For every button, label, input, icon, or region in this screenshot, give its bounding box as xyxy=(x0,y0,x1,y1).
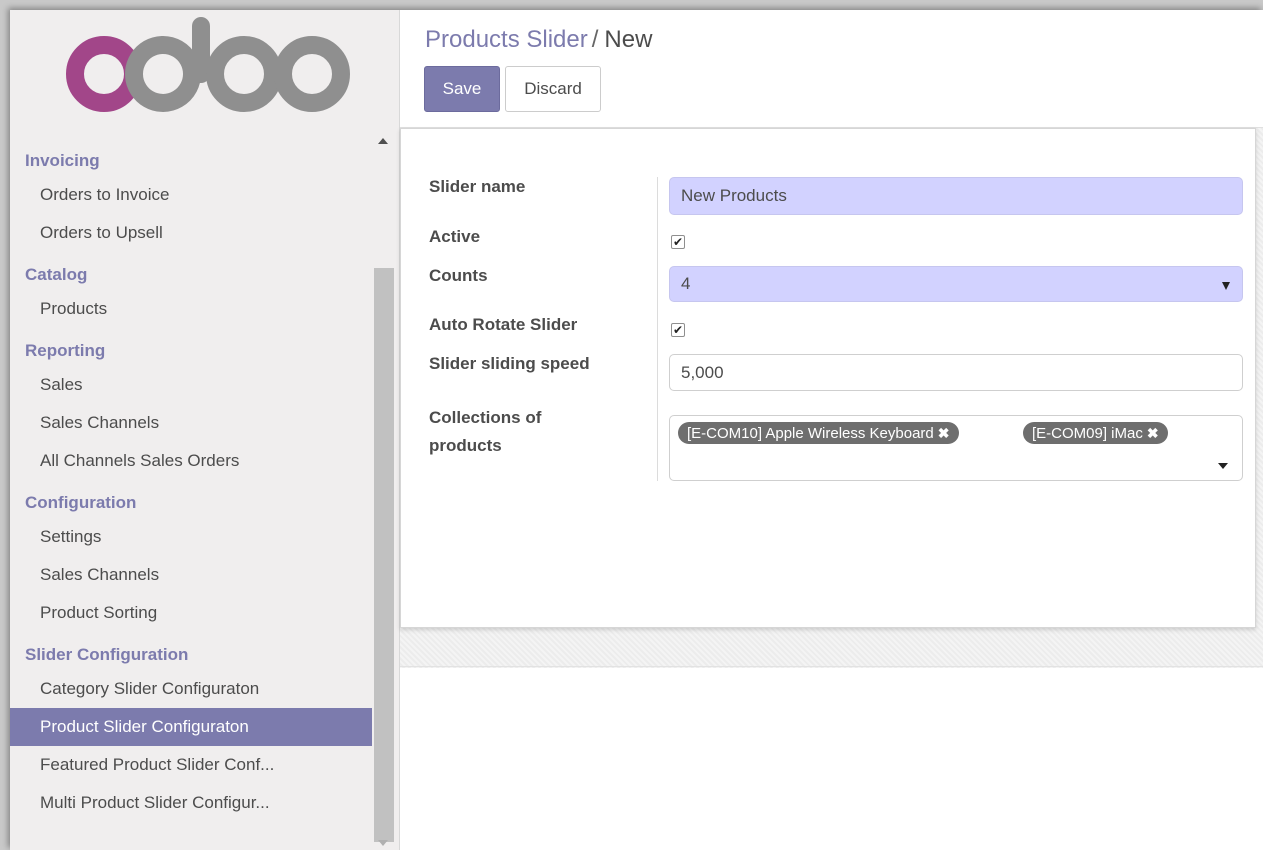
menu-section-catalog[interactable]: Catalog xyxy=(10,252,372,290)
speed-label: Slider sliding speed xyxy=(429,354,590,373)
divider xyxy=(400,666,1263,667)
menu-item-sales-channels-config[interactable]: Sales Channels xyxy=(10,556,372,594)
scroll-thumb[interactable] xyxy=(374,268,394,842)
main-content: Products Slider / New Save Discard Slider … xyxy=(400,10,1263,850)
breadcrumb-separator: / xyxy=(591,26,599,53)
menu-item-orders-to-invoice[interactable]: Orders to Invoice xyxy=(10,176,372,214)
app-window: Invoicing Orders to Invoice Orders to Up… xyxy=(10,10,1263,850)
discard-button[interactable]: Discard xyxy=(505,66,601,112)
scroll-down-icon[interactable] xyxy=(378,840,388,846)
menu-section-configuration[interactable]: Configuration xyxy=(10,480,372,518)
remove-tag-icon[interactable]: ✖ xyxy=(1147,425,1159,441)
collections-label-line1: Collections of xyxy=(429,408,542,427)
tag-label: [E-COM09] iMac xyxy=(1032,425,1143,442)
menu-item-multi-product-slider-config[interactable]: Multi Product Slider Configur... xyxy=(10,784,372,822)
save-button[interactable]: Save xyxy=(424,66,500,112)
auto-rotate-label: Auto Rotate Slider xyxy=(429,315,578,334)
collections-label-line2: products xyxy=(429,436,502,455)
sidebar-menu: Invoicing Orders to Invoice Orders to Up… xyxy=(10,138,372,822)
collections-label: Collections of products xyxy=(429,404,541,460)
control-panel: Products Slider / New Save Discard xyxy=(400,10,1263,128)
breadcrumb-parent-link[interactable]: Products Slider xyxy=(425,26,588,53)
product-tag[interactable]: [E-COM09] iMac ✖ xyxy=(1023,422,1168,444)
counts-label: Counts xyxy=(429,266,488,285)
form-sheet: Slider name New Products Active ✔ Counts… xyxy=(400,128,1256,628)
field-divider xyxy=(657,177,658,481)
menu-item-sales[interactable]: Sales xyxy=(10,366,372,404)
slider-name-label: Slider name xyxy=(429,177,526,196)
remove-tag-icon[interactable]: ✖ xyxy=(938,425,950,441)
menu-section-invoicing[interactable]: Invoicing xyxy=(10,138,372,176)
counts-value: 4 xyxy=(681,274,691,293)
menu-item-product-sorting[interactable]: Product Sorting xyxy=(10,594,372,632)
menu-item-orders-to-upsell[interactable]: Orders to Upsell xyxy=(10,214,372,252)
active-label: Active xyxy=(429,227,481,246)
form-view: Slider name New Products Active ✔ Counts… xyxy=(400,128,1263,850)
scroll-up-icon[interactable] xyxy=(378,138,388,144)
slider-name-input[interactable]: New Products xyxy=(669,177,1243,215)
sidebar: Invoicing Orders to Invoice Orders to Up… xyxy=(10,10,400,850)
product-tag[interactable]: [E-COM10] Apple Wireless Keyboard ✖ xyxy=(678,422,959,444)
menu-item-featured-product-slider-config[interactable]: Featured Product Slider Conf... xyxy=(10,746,372,784)
tag-label: [E-COM10] Apple Wireless Keyboard xyxy=(687,425,934,442)
breadcrumb-current: New xyxy=(604,26,653,53)
menu-section-reporting[interactable]: Reporting xyxy=(10,328,372,366)
collections-many2many-field[interactable]: [E-COM10] Apple Wireless Keyboard ✖ [E-CO… xyxy=(669,415,1243,481)
menu-item-products[interactable]: Products xyxy=(10,290,372,328)
dropdown-caret-icon xyxy=(1222,282,1230,290)
odoo-logo xyxy=(66,17,350,112)
logo[interactable] xyxy=(10,10,400,130)
menu-item-settings[interactable]: Settings xyxy=(10,518,372,556)
auto-rotate-checkbox[interactable]: ✔ xyxy=(671,323,685,337)
dropdown-caret-icon[interactable] xyxy=(1218,463,1228,469)
menu-item-all-channels-sales-orders[interactable]: All Channels Sales Orders xyxy=(10,442,372,480)
breadcrumb: Products Slider / New xyxy=(425,26,652,54)
menu-item-category-slider-config[interactable]: Category Slider Configuraton xyxy=(10,670,372,708)
sidebar-scrollbar[interactable] xyxy=(372,128,394,850)
active-checkbox[interactable]: ✔ xyxy=(671,235,685,249)
menu-item-product-slider-config[interactable]: Product Slider Configuraton xyxy=(10,708,372,746)
menu-section-slider-configuration[interactable]: Slider Configuration xyxy=(10,632,372,670)
counts-select[interactable]: 4 xyxy=(669,266,1243,302)
menu-item-sales-channels-report[interactable]: Sales Channels xyxy=(10,404,372,442)
speed-input[interactable]: 5,000 xyxy=(669,354,1243,391)
